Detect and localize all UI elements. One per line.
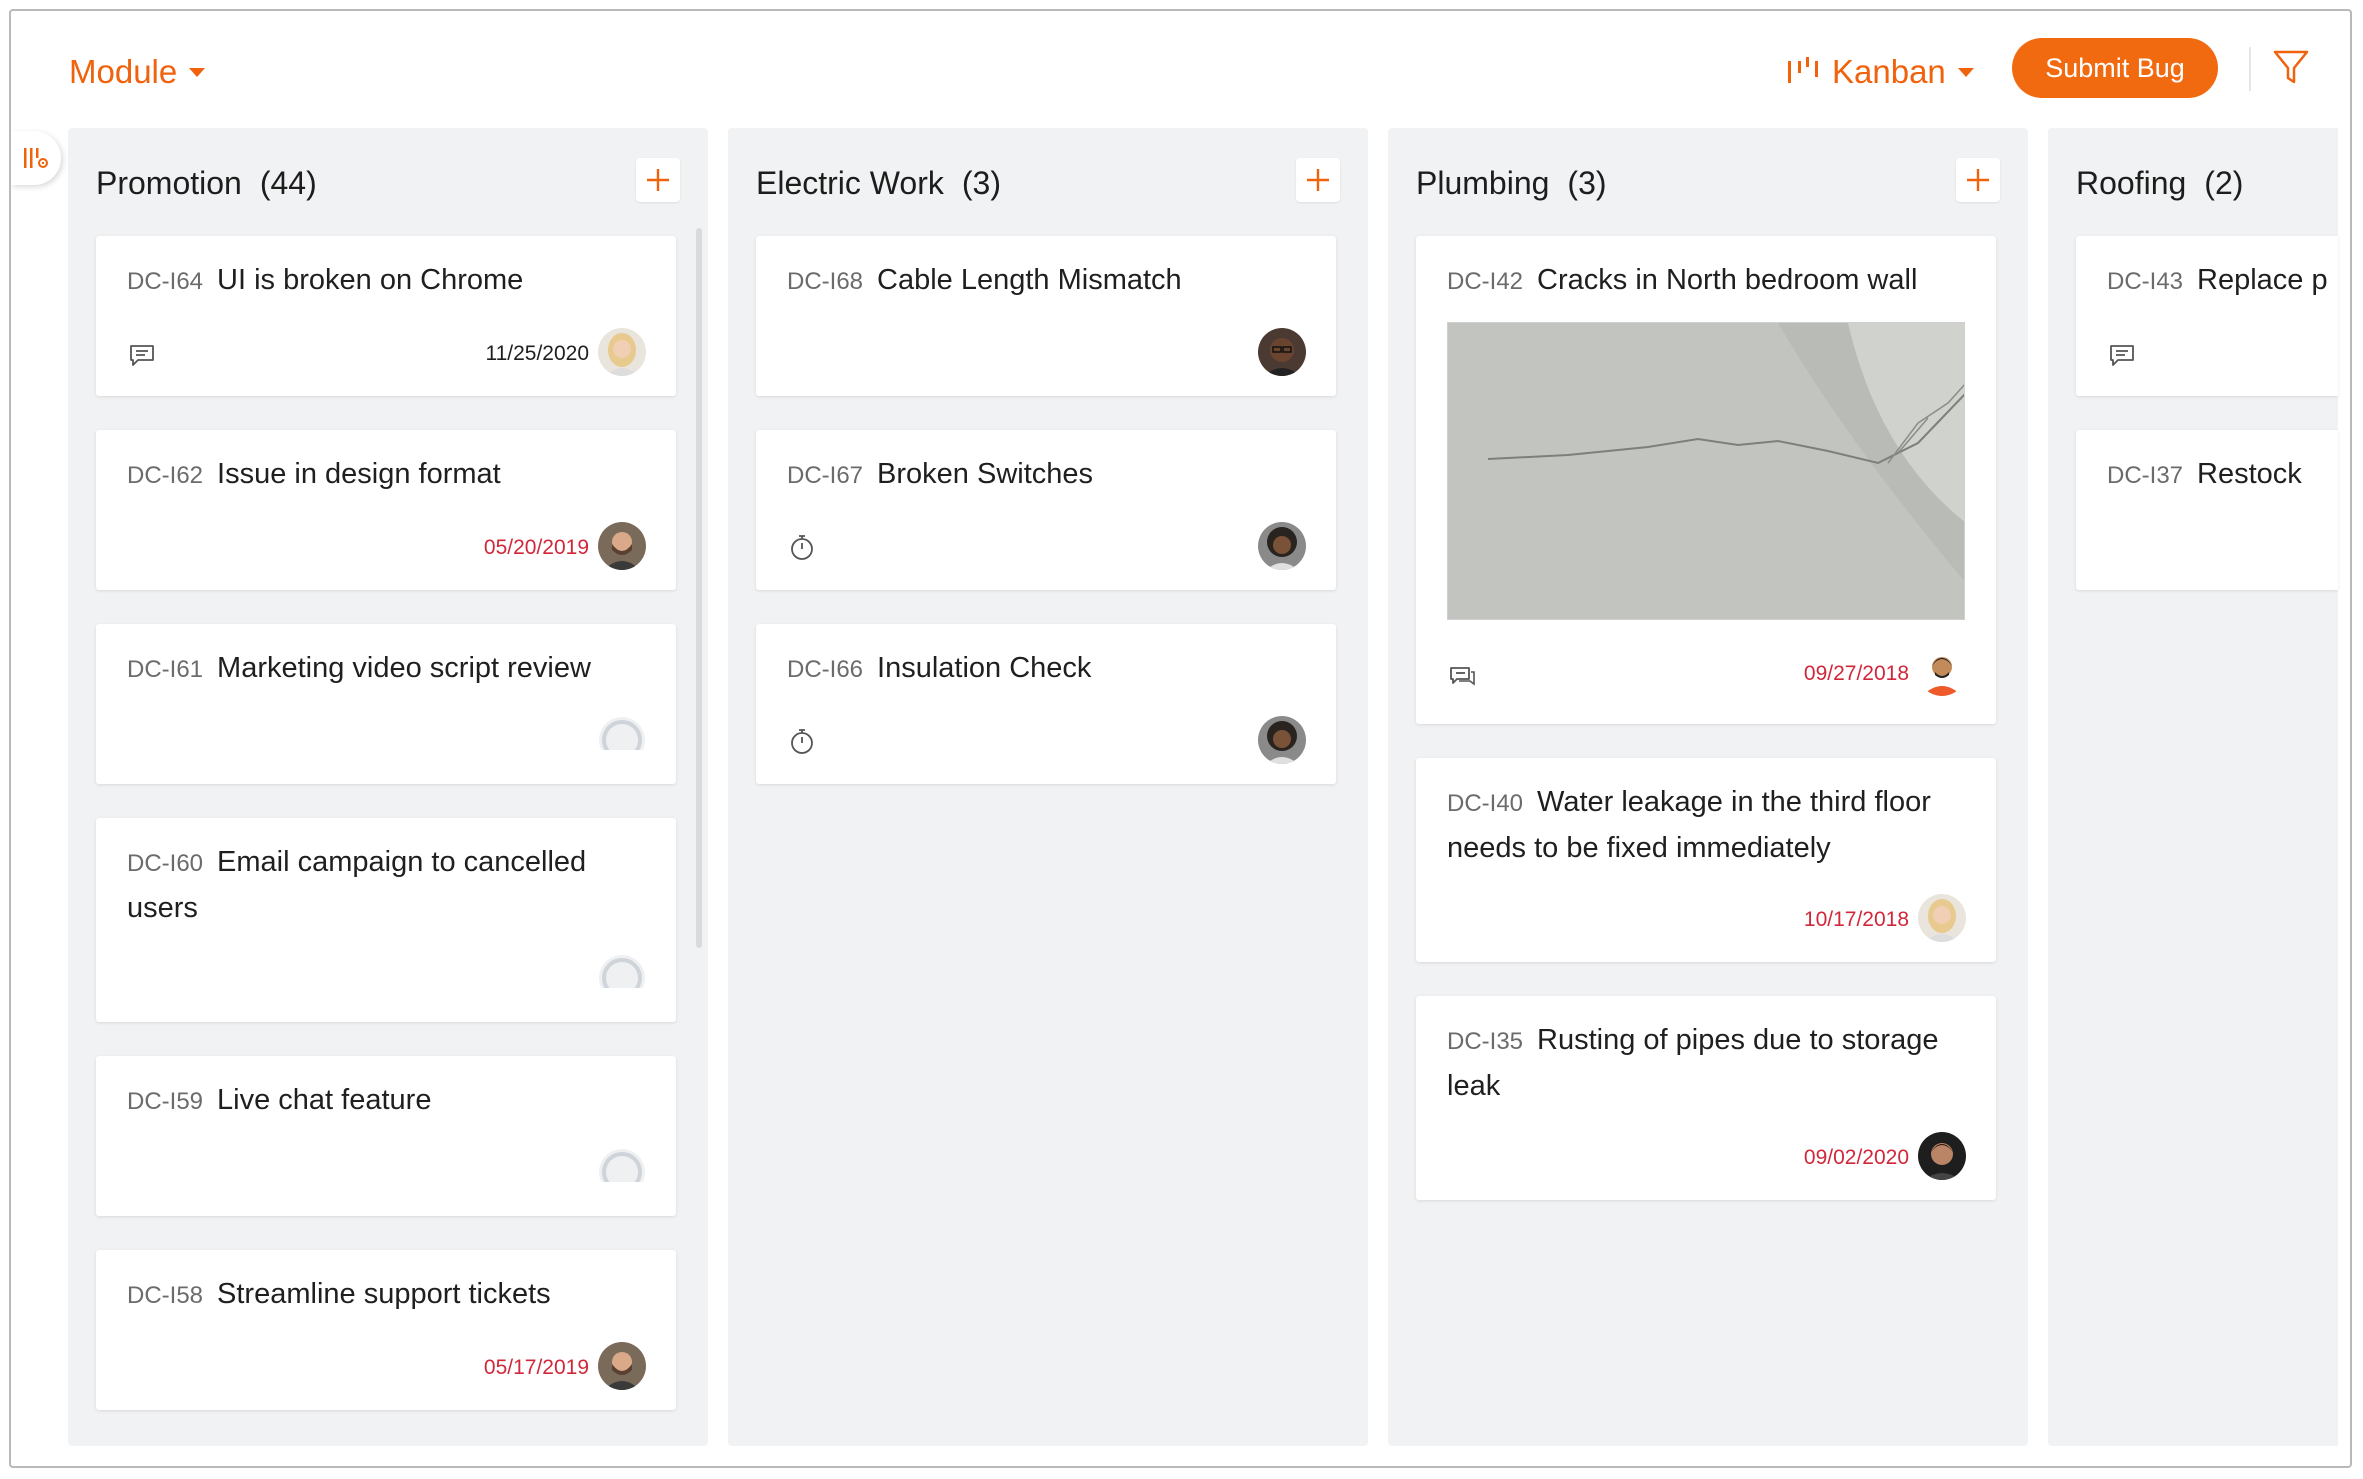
view-dropdown[interactable]: Kanban (1786, 53, 1974, 91)
avatar-placeholder[interactable] (598, 1148, 646, 1196)
module-label: Module (69, 53, 178, 90)
column-header: Promotion (44) (96, 158, 680, 208)
column-promotion: Promotion (44) DC-I64 UI is broken on Chr… (68, 128, 708, 1446)
app-frame: Module Kanban Submit Bug Promotion (44) (9, 9, 2352, 1468)
card-title: Issue in design format (217, 458, 501, 490)
column-roofing: Roofing (2) DC-I43 Replace p DC-I37 Restoc… (2048, 128, 2338, 1446)
due-date: 09/27/2018 (1803, 662, 1909, 685)
avatar-placeholder[interactable] (598, 954, 646, 1002)
wall-crack-photo[interactable] (1447, 322, 1965, 620)
board-settings-icon (24, 148, 48, 168)
card-title: Replace p (2197, 264, 2328, 296)
card-id: DC-I43 (2107, 268, 2184, 295)
avatar[interactable] (1258, 328, 1306, 376)
avatar[interactable] (598, 1342, 646, 1390)
avatar[interactable] (1258, 522, 1306, 570)
card-id: DC-I62 (127, 462, 204, 489)
avatar[interactable] (1918, 648, 1966, 696)
column-header: Roofing (2) (2076, 158, 2338, 208)
sidebar-toggle[interactable] (11, 131, 61, 185)
card-title: Marketing video script review (217, 652, 591, 684)
card-id: DC-I67 (787, 462, 864, 489)
column-title: Plumbing (1416, 164, 1550, 201)
card-title: Insulation Check (877, 652, 1092, 684)
kanban-card[interactable]: DC-I40 Water leakage in the third floor n… (1416, 758, 1996, 962)
card-title: Streamline support tickets (217, 1278, 551, 1310)
kanban-card[interactable]: DC-I68 Cable Length Mismatch (756, 236, 1336, 396)
card-title: Cracks in North bedroom wall (1537, 264, 1918, 296)
column-count: (3) (1567, 164, 1607, 201)
column-scrollbar[interactable] (696, 228, 702, 948)
kanban-card[interactable]: DC-I61 Marketing video script review (96, 624, 676, 784)
due-date: 09/02/2020 (1803, 1146, 1909, 1169)
plus-icon (1967, 169, 1989, 191)
card-title: UI is broken on Chrome (217, 264, 524, 296)
card-id: DC-I40 (1447, 790, 1524, 817)
comment-icon (2110, 345, 2134, 366)
column-title: Roofing (2076, 164, 2187, 201)
kanban-card[interactable]: DC-I60 Email campaign to cancelled users (96, 818, 676, 1022)
card-title: Live chat feature (217, 1084, 432, 1116)
filter-icon[interactable] (2271, 47, 2311, 87)
kanban-card[interactable]: DC-I66 Insulation Check (756, 624, 1336, 784)
card-id: DC-I64 (127, 268, 204, 295)
column-electric-work: Electric Work (3) DC-I68 Cable Length Mis… (728, 128, 1368, 1446)
avatar-placeholder[interactable] (598, 716, 646, 764)
card-id: DC-I61 (127, 656, 204, 683)
avatar[interactable] (1258, 716, 1306, 764)
column-count: (44) (259, 164, 317, 201)
column-count: (3) (961, 164, 1001, 201)
timer-icon (791, 535, 813, 560)
due-date: 05/20/2019 (483, 536, 589, 559)
column-header: Electric Work (3) (756, 158, 1340, 208)
card-id: DC-I35 (1447, 1028, 1524, 1055)
kanban-icon (1788, 57, 1818, 83)
card-id: DC-I68 (787, 268, 864, 295)
module-dropdown[interactable]: Module (69, 53, 206, 91)
due-date: 11/25/2020 (485, 342, 589, 365)
plus-icon (647, 169, 669, 191)
due-date: 05/17/2019 (483, 1356, 589, 1379)
column-plumbing: Plumbing (3) DC-I42 Cracks in North bedro… (1388, 128, 2028, 1446)
comment-icon (130, 345, 154, 366)
chevron-down-icon (189, 67, 206, 77)
kanban-card[interactable]: DC-I62 Issue in design format 05/20/2019 (96, 430, 676, 590)
column-count: (2) (2204, 164, 2244, 201)
card-id: DC-I42 (1447, 268, 1524, 295)
card-id: DC-I37 (2107, 462, 2184, 489)
card-id: DC-I58 (127, 1282, 204, 1309)
avatar[interactable] (598, 328, 646, 376)
kanban-card[interactable]: DC-I35 Rusting of pipes due to storage le… (1416, 996, 1996, 1200)
avatar[interactable] (1918, 1132, 1966, 1180)
kanban-card[interactable]: DC-I64 UI is broken on Chrome 11/25/2020 (96, 236, 676, 396)
due-date: 10/17/2018 (1803, 908, 1909, 931)
column-header: Plumbing (3) (1416, 158, 2000, 208)
kanban-card[interactable]: DC-I42 Cracks in North bedroom wall 09/27… (1416, 236, 1996, 724)
card-title: Restock (2197, 458, 2302, 490)
kanban-card[interactable]: DC-I58 Streamline support tickets 05/17/2… (96, 1250, 676, 1410)
kanban-card[interactable]: DC-I67 Broken Switches (756, 430, 1336, 590)
plus-icon (1307, 169, 1329, 191)
avatar[interactable] (1918, 894, 1966, 942)
header-divider (2249, 47, 2251, 91)
card-id: DC-I60 (127, 850, 204, 877)
chevron-down-icon (1957, 67, 1974, 77)
avatar[interactable] (598, 522, 646, 570)
column-title: Promotion (96, 164, 242, 201)
submit-bug-button[interactable]: Submit Bug (2012, 38, 2218, 98)
add-card-button[interactable] (1956, 158, 2000, 202)
view-label: Kanban (1832, 53, 1946, 90)
timer-icon (791, 729, 813, 754)
add-card-button[interactable] (636, 158, 680, 202)
kanban-card[interactable]: DC-I37 Restock (2076, 430, 2338, 590)
kanban-card[interactable]: DC-I43 Replace p (2076, 236, 2338, 396)
comments-icon (1450, 667, 1475, 686)
add-card-button[interactable] (1296, 158, 1340, 202)
card-id: DC-I59 (127, 1088, 204, 1115)
kanban-card[interactable]: DC-I59 Live chat feature (96, 1056, 676, 1216)
card-title: Cable Length Mismatch (877, 264, 1182, 296)
column-title: Electric Work (756, 164, 944, 201)
card-id: DC-I66 (787, 656, 864, 683)
card-title: Broken Switches (877, 458, 1094, 490)
